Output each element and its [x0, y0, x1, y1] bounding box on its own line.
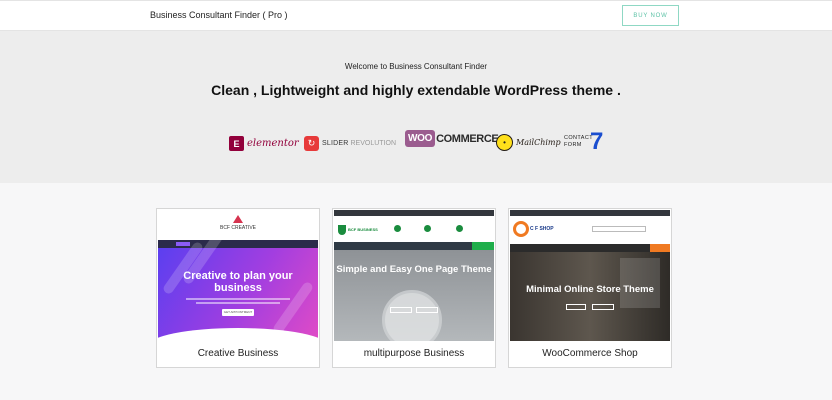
theme-thumbnail[interactable]: BCF BUSINESS Simple and Easy One Page Th…: [334, 210, 494, 341]
cf7-line1: CONTACT: [564, 135, 593, 141]
thumb-logo: BCF BUSINESS: [338, 225, 378, 235]
card-title[interactable]: Creative Business: [157, 348, 319, 359]
commerce-wordmark: COMMERCE: [436, 132, 499, 145]
top-bar: Business Consultant Finder ( Pro ) BUY N…: [0, 0, 832, 31]
thumb-hero: Creative to plan your business GET APPOI…: [158, 230, 318, 341]
phone-icon: [424, 225, 431, 232]
thumb-hero: Simple and Easy One Page Theme: [334, 250, 494, 341]
shield-icon: [338, 225, 346, 235]
theme-card-woocommerce-shop[interactable]: C F SHOP Minimal Online Store Theme WooC…: [508, 208, 672, 368]
welcome-text: Welcome to Business Consultant Finder: [344, 62, 488, 71]
slider-revolution-icon: ↻: [304, 136, 319, 151]
cf7-digit: 7: [589, 128, 604, 155]
thumb-nav: [510, 244, 670, 252]
site-brand[interactable]: Business Consultant Finder ( Pro ): [150, 10, 288, 20]
slider-revolution-logo: ↻ SLIDER REVOLUTION: [304, 136, 396, 151]
mailchimp-wordmark: MailChimp: [516, 138, 561, 147]
card-title[interactable]: WooCommerce Shop: [509, 348, 671, 359]
thumb-nav: [334, 242, 494, 250]
elementor-wordmark: elementor: [247, 138, 299, 149]
thumb-logo: BCF CREATIVE: [218, 215, 258, 231]
woo-mark: WOO: [405, 130, 436, 147]
card-title[interactable]: multipurpose Business: [333, 348, 495, 359]
buy-now-button[interactable]: BUY NOW: [622, 5, 679, 26]
contact-form-7-logo: CONTACT FORM 7: [564, 128, 604, 155]
mailchimp-logo: • MailChimp: [496, 134, 561, 151]
revolution-wordmark: REVOLUTION: [350, 140, 397, 147]
thumb-logo: C F SHOP: [530, 226, 554, 232]
thumb-button: GET APPOINTMENT: [222, 309, 254, 316]
location-icon: [394, 225, 401, 232]
theme-thumbnail[interactable]: C F SHOP Minimal Online Store Theme: [510, 210, 670, 341]
hero-tagline: Clean , Lightweight and highly extendabl…: [211, 82, 621, 98]
elementor-icon: E: [229, 136, 244, 151]
thumb-title: Creative to plan your business: [183, 270, 293, 294]
partner-logos: E elementor ↻ SLIDER REVOLUTION WOO COMM…: [0, 129, 832, 159]
shop-logo-icon: [513, 221, 529, 237]
triangle-icon: [233, 215, 243, 223]
theme-card-creative-business[interactable]: BCF CREATIVE Creative to plan your busin…: [156, 208, 320, 368]
slider-wordmark: SLIDER: [322, 140, 349, 147]
woocommerce-logo: WOO COMMERCE: [405, 130, 499, 147]
thumb-hero: Minimal Online Store Theme: [510, 252, 670, 341]
elementor-logo: E elementor: [229, 136, 299, 151]
cf7-line2: FORM: [564, 142, 582, 148]
mail-icon: [456, 225, 463, 232]
clock-icon: [382, 290, 442, 341]
thumb-nav: [158, 240, 318, 248]
thumb-title: Minimal Online Store Theme: [526, 284, 654, 295]
thumb-search-field: [592, 226, 646, 232]
hero-section: Welcome to Business Consultant Finder Cl…: [0, 31, 832, 183]
thumb-title: Simple and Easy One Page Theme: [336, 264, 492, 275]
theme-thumbnail[interactable]: BCF CREATIVE Creative to plan your busin…: [158, 210, 318, 341]
theme-card-multipurpose-business[interactable]: BCF BUSINESS Simple and Easy One Page Th…: [332, 208, 496, 368]
mailchimp-icon: •: [496, 134, 513, 151]
